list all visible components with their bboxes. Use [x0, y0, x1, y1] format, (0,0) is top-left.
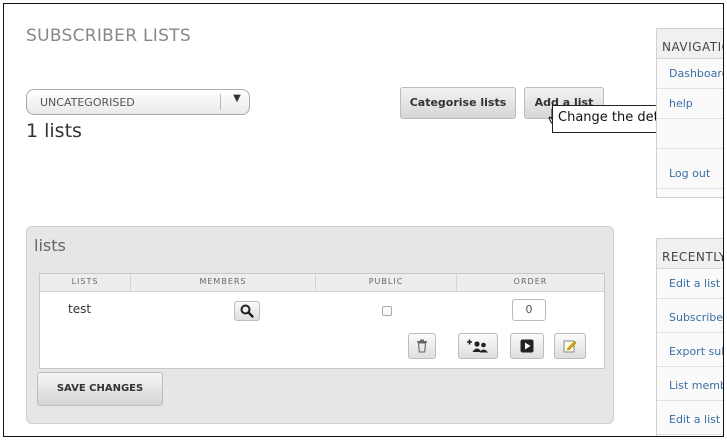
view-list-button[interactable] [510, 333, 544, 359]
zoom-icon [240, 304, 254, 318]
list-count: 1 lists [26, 120, 82, 142]
recent-link-edit-list-2[interactable]: Edit a list [657, 405, 723, 435]
select-divider [220, 94, 221, 110]
page-title: SUBSCRIBER LISTS [26, 26, 191, 46]
order-input[interactable]: 0 [512, 299, 546, 321]
recent-link-export[interactable]: Export subscribers [657, 337, 723, 367]
column-header-public: PUBLIC [368, 277, 404, 286]
edit-list-button[interactable] [554, 333, 586, 359]
view-icon [520, 339, 534, 353]
nav-link-logout[interactable]: Log out [657, 159, 723, 189]
sidebar: NAVIGATION Dashboard help Log out RECENT… [656, 28, 723, 436]
lists-table: LISTS MEMBERS PUBLIC ORDER test 0 [39, 273, 605, 369]
edit-icon [563, 340, 577, 353]
nav-link-hidden[interactable] [657, 119, 723, 149]
nav-link-dashboard[interactable]: Dashboard [657, 59, 723, 89]
recent-title: RECENTLY VISITED [657, 239, 723, 269]
delete-list-button[interactable] [408, 333, 436, 359]
main-content: SUBSCRIBER LISTS UNCATEGORISED ▼ Categor… [4, 4, 723, 436]
column-header-lists: LISTS [71, 277, 99, 286]
column-header-order: ORDER [513, 277, 548, 286]
navigation-box: NAVIGATION Dashboard help Log out [656, 28, 723, 198]
panel-title: lists [34, 236, 66, 255]
table-header: LISTS MEMBERS PUBLIC ORDER [40, 274, 604, 292]
chevron-down-icon[interactable]: ▼ [227, 93, 247, 104]
column-header-members: MEMBERS [199, 277, 247, 286]
trash-icon [417, 339, 427, 353]
app-window: SUBSCRIBER LISTS UNCATEGORISED ▼ Categor… [3, 3, 724, 437]
category-select-value: UNCATEGORISED [40, 96, 135, 109]
nav-link-help[interactable]: help [657, 89, 723, 119]
recent-link-subscribers[interactable]: Subscribers [657, 303, 723, 333]
list-name-cell: test [68, 302, 92, 316]
save-changes-button[interactable]: SAVE CHANGES [37, 372, 163, 406]
category-select[interactable]: UNCATEGORISED ▼ [26, 89, 250, 115]
add-members-icon [467, 339, 488, 353]
add-members-button[interactable] [458, 333, 498, 359]
recently-visited-box: RECENTLY VISITED Edit a list Subscribers… [656, 238, 723, 436]
view-members-button[interactable] [234, 301, 260, 321]
recent-link-edit-list[interactable]: Edit a list [657, 269, 723, 299]
navigation-title: NAVIGATION [657, 29, 723, 59]
lists-panel: lists LISTS MEMBERS PUBLIC ORDER test 0 … [26, 226, 614, 424]
recent-link-list-members[interactable]: List members [657, 371, 723, 401]
categorise-lists-button[interactable]: Categorise lists [400, 87, 516, 119]
public-checkbox[interactable] [382, 306, 392, 316]
